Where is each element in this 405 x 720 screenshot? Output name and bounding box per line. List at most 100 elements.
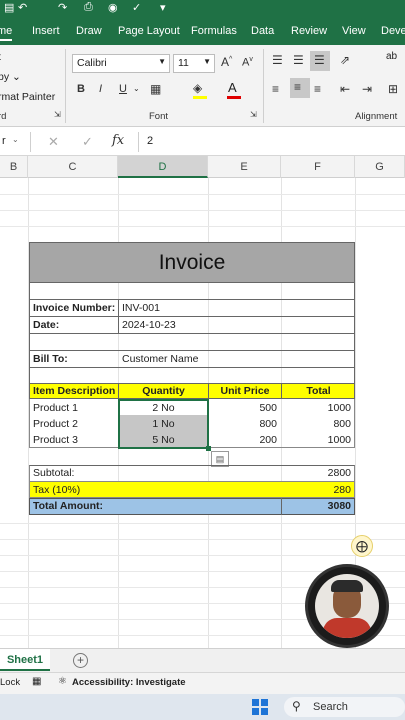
font-color-icon[interactable]: A — [228, 80, 237, 95]
status-bar: Lock ▦ ⚛ Accessibility: Investigate — [0, 672, 405, 694]
bill-to-value[interactable]: Customer Name — [119, 351, 269, 367]
clipboard-launcher-icon[interactable]: ⇲ — [54, 110, 61, 119]
align-bottom-button[interactable]: ☰ — [310, 51, 330, 71]
item-3-total[interactable]: 1000 — [282, 432, 355, 448]
align-top-icon[interactable]: ☰ — [272, 53, 283, 67]
formula-input[interactable]: 2 — [147, 135, 153, 147]
align-center-button[interactable]: ≡ — [290, 78, 310, 98]
tab-developer[interactable]: Deve — [381, 25, 405, 37]
gridline — [0, 226, 405, 227]
spell-icon[interactable]: ✓ — [132, 1, 141, 14]
add-sheet-icon[interactable]: + — [73, 653, 88, 668]
cut-button[interactable]: t — [0, 51, 1, 63]
windows-start-icon[interactable] — [252, 699, 268, 715]
subtotal-value[interactable]: 2800 — [282, 465, 355, 481]
font-size-select[interactable]: 11 ▼ — [173, 54, 215, 73]
item-2-total[interactable]: 800 — [282, 416, 355, 432]
column-header-e[interactable]: E — [208, 156, 281, 178]
tab-view[interactable]: View — [342, 25, 366, 37]
cell-border — [118, 383, 119, 399]
chevron-down-icon[interactable]: ⌄ — [12, 135, 19, 144]
increase-font-icon[interactable]: A^ — [221, 55, 232, 69]
tab-review[interactable]: Review — [291, 25, 327, 37]
column-header-b[interactable]: B — [0, 156, 28, 178]
item-1-quantity[interactable]: 2 No — [119, 400, 208, 416]
fill-color-icon[interactable]: ◈ — [193, 81, 202, 95]
tab-insert[interactable]: Insert — [32, 25, 60, 37]
redo-icon[interactable]: ↷ — [58, 1, 67, 14]
item-2-price[interactable]: 800 — [209, 416, 281, 432]
divider — [30, 132, 31, 152]
tax-label: Tax (10%) — [33, 484, 81, 496]
win-tile — [261, 699, 268, 706]
tab-page-layout[interactable]: Page Layout — [118, 25, 180, 37]
cursor-icon: ⨁ — [351, 535, 373, 557]
tab-draw[interactable]: Draw — [76, 25, 102, 37]
clipboard-group-label: rd — [0, 111, 7, 122]
item-1-price[interactable]: 500 — [209, 400, 281, 416]
accessibility-icon[interactable]: ⚛ — [58, 676, 67, 687]
undo-icon[interactable]: ↶ — [18, 1, 27, 14]
borders-icon[interactable]: ▦ — [150, 82, 161, 96]
increase-indent-icon[interactable]: ⇥ — [362, 82, 372, 96]
item-3-price[interactable]: 200 — [209, 432, 281, 448]
tax-value[interactable]: 280 — [282, 482, 355, 498]
item-1-total[interactable]: 1000 — [282, 400, 355, 416]
item-1-description[interactable]: Product 1 — [30, 400, 118, 416]
tab-data[interactable]: Data — [251, 25, 274, 37]
camera-icon[interactable]: ◉ — [108, 1, 118, 14]
font-color-swatch — [227, 96, 241, 99]
format-painter-button[interactable]: rmat Painter — [0, 91, 55, 103]
webcam-frame — [315, 574, 379, 638]
gridline — [0, 194, 405, 195]
insert-function-icon[interactable]: fx — [112, 133, 124, 148]
decrease-indent-icon[interactable]: ⇤ — [340, 82, 350, 96]
header-item-description: Item Description — [33, 385, 116, 397]
accessibility-status[interactable]: Accessibility: Investigate — [72, 677, 186, 688]
name-box[interactable]: r — [2, 135, 6, 147]
invoice-title-cell[interactable]: Invoice — [29, 242, 355, 283]
customize-icon[interactable]: ▾ — [160, 1, 166, 14]
align-middle-icon[interactable]: ☰ — [293, 53, 304, 67]
header-quantity: Quantity — [142, 385, 185, 397]
item-2-description[interactable]: Product 2 — [30, 416, 118, 432]
column-header-c[interactable]: C — [28, 156, 118, 178]
italic-button[interactable]: I — [99, 83, 102, 95]
total-value[interactable]: 3080 — [282, 498, 355, 514]
tab-home[interactable]: me — [0, 25, 13, 41]
align-right-icon[interactable]: ≡ — [314, 82, 321, 96]
taskbar-search-box[interactable]: ⚲ Search — [284, 697, 405, 717]
sheet-tab-bar: Sheet1 + — [0, 648, 405, 672]
chevron-down-icon[interactable]: ⌄ — [133, 84, 140, 93]
avatar — [305, 564, 389, 648]
enter-icon[interactable]: ✓ — [82, 134, 93, 150]
date-value[interactable]: 2024-10-23 — [119, 317, 269, 333]
font-launcher-icon[interactable]: ⇲ — [250, 110, 257, 119]
item-3-description[interactable]: Product 3 — [30, 432, 118, 448]
font-name-select[interactable]: Calibri ▼ — [72, 54, 170, 73]
tab-formulas[interactable]: Formulas — [191, 25, 237, 37]
win-tile — [252, 708, 259, 715]
sheet-tab-sheet1[interactable]: Sheet1 — [0, 649, 50, 671]
underline-button[interactable]: U — [119, 83, 127, 95]
print-icon[interactable]: ⎙ — [84, 1, 93, 14]
blank-row — [29, 334, 355, 351]
wrap-text-button[interactable]: ab — [386, 51, 397, 62]
align-left-icon[interactable]: ≡ — [272, 82, 279, 96]
save-icon[interactable]: ▤ — [4, 1, 14, 14]
cancel-icon[interactable]: ✕ — [48, 134, 59, 150]
bold-button[interactable]: B — [77, 83, 85, 95]
item-3-quantity[interactable]: 5 No — [119, 432, 208, 448]
item-2-quantity[interactable]: 1 No — [119, 416, 208, 432]
column-header-g[interactable]: G — [355, 156, 405, 178]
invoice-number-value[interactable]: INV-001 — [119, 300, 269, 316]
copy-button[interactable]: py ⌄ — [0, 71, 21, 83]
orientation-icon[interactable]: ⇗ — [340, 53, 350, 67]
column-header-f[interactable]: F — [281, 156, 355, 178]
status-lock: Lock — [0, 677, 21, 688]
merge-center-icon[interactable]: ⊞ — [388, 82, 398, 96]
column-header-d[interactable]: D — [118, 156, 208, 178]
macro-icon[interactable]: ▦ — [32, 676, 41, 687]
worksheet-grid[interactable]: Invoice Invoice Number: INV-001 Date: 20… — [0, 178, 405, 648]
decrease-font-icon[interactable]: Av — [242, 56, 253, 69]
